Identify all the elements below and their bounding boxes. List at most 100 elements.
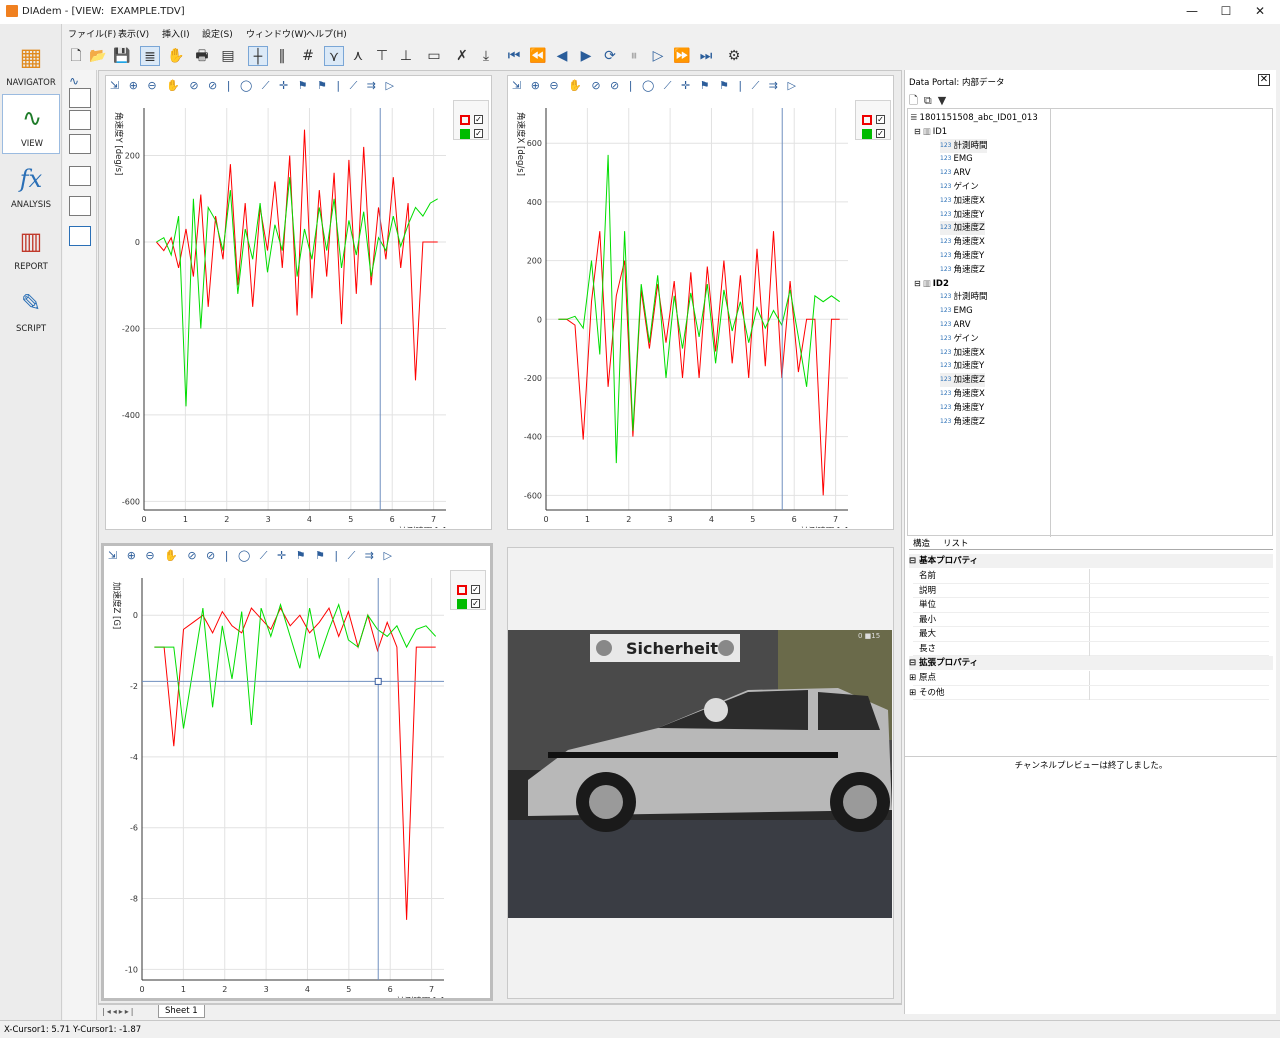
curve-icon[interactable]: ∿ (69, 75, 91, 87)
chart-toolbar[interactable]: ⇲ ⊕ ⊖ ✋ ⊘ ⊘ | ◯ ⟋ ✛ ⚑ ⚑ | ⟋ ⇉ ▷ (512, 79, 889, 95)
last-frame-icon[interactable]: ⏭ (696, 46, 716, 66)
video-panel[interactable]: Sicherheit 0 ■15 (507, 547, 894, 999)
tree-channel[interactable]: 123 ゲイン (940, 332, 979, 346)
tree-channel[interactable]: 123 計測時間 (940, 290, 987, 304)
tree-channel[interactable]: 123 角速度X (940, 235, 985, 249)
tree-channel[interactable]: 123 角速度Y (940, 401, 984, 415)
tab-list[interactable]: リスト (943, 537, 969, 549)
legend-green-checkbox[interactable]: ✓ (876, 129, 885, 138)
sheet-nav-arrows[interactable]: |◂◂▸▸| (102, 1007, 135, 1016)
property-row[interactable]: 最大 (913, 627, 1269, 642)
tree-channel[interactable]: 123 ARV (940, 318, 971, 332)
collapse-icon[interactable]: ⊟ (914, 127, 921, 136)
tree-group[interactable]: ⊟ ▥ ID2 (914, 277, 949, 291)
property-row[interactable]: 名前 (913, 569, 1269, 584)
min-cursor-icon[interactable]: ⋏ (348, 46, 368, 66)
chart-panel-top-right[interactable]: ⇲ ⊕ ⊖ ✋ ⊘ ⊘ | ◯ ⟋ ✛ ⚑ ⚑ | ⟋ ⇉ ▷ ✓ ✓ 0 1 2 3… (507, 75, 894, 530)
property-row[interactable]: 説明 (913, 583, 1269, 598)
remove-cursor-icon[interactable]: ✗ (452, 46, 472, 66)
property-section-header[interactable]: ⊟ 基本プロパティ (909, 554, 1273, 568)
tree-channel[interactable]: 123 加速度Z (940, 373, 985, 388)
nav-view[interactable]: ∿ VIEW (2, 94, 60, 154)
chart-top-left[interactable]: 0 1 2 3 4 5 6 7 200 0 -200 -400 -600 計測時間 [s] 角速度Y [de… (106, 96, 450, 528)
band-cursor-icon[interactable]: ⊥ (396, 46, 416, 66)
max-cursor-icon[interactable]: ⊤ (372, 46, 392, 66)
layout-quad-icon[interactable] (69, 110, 91, 130)
tree-channel[interactable]: 123 計測時間 (940, 138, 988, 153)
pause-icon[interactable]: ⏸ (624, 46, 644, 66)
legend-green-checkbox[interactable]: ✓ (474, 129, 483, 138)
cursor-handle[interactable] (374, 677, 382, 685)
print-icon[interactable]: 🖶 (192, 46, 212, 66)
close-button[interactable]: ✕ (1244, 0, 1276, 24)
menu-insert[interactable]: 挿入(I) (162, 27, 190, 40)
nav-navigator[interactable]: ▦ NAVIGATOR (2, 34, 60, 94)
menu-file[interactable]: ファイル(F) (68, 27, 116, 40)
tree-channel[interactable]: 123 EMG (940, 304, 973, 318)
collapse-icon[interactable]: ⊟ (914, 279, 921, 288)
tree-channel[interactable]: 123 角速度Z (940, 263, 985, 277)
step-forward-icon[interactable]: ▷ (648, 46, 668, 66)
nav-report[interactable]: ▥ REPORT (2, 218, 60, 278)
menu-window[interactable]: ウィンドウ(W) (246, 27, 307, 40)
layout-form-icon[interactable] (69, 226, 91, 246)
property-section-header[interactable]: ⊟ 拡張プロパティ (909, 656, 1273, 670)
tree-group[interactable]: ⊟ ▥ ID1 (914, 125, 947, 139)
property-row[interactable]: ⊞ その他 (909, 685, 1269, 700)
grid-icon[interactable]: # (298, 46, 318, 66)
nav-script[interactable]: ✎ SCRIPT (2, 280, 60, 340)
property-row[interactable]: 最小 (913, 612, 1269, 627)
menu-help[interactable]: ヘルプ(H) (306, 27, 347, 40)
layout-split-icon[interactable] (69, 134, 91, 154)
layout-list-icon[interactable] (69, 196, 91, 216)
tree-channel[interactable]: 123 角速度Z (940, 415, 985, 429)
save-icon[interactable]: 💾 (112, 46, 132, 66)
export-icon[interactable]: ⤓ (476, 46, 496, 66)
calculator-icon[interactable]: ▤ (218, 46, 238, 66)
layout-rows-icon[interactable] (69, 166, 91, 186)
tree-channel[interactable]: 123 ARV (940, 166, 971, 180)
menu-view[interactable]: 表示(V) (118, 27, 149, 40)
sync-icon[interactable]: ⚙ (724, 46, 744, 66)
nav-analysis[interactable]: fx ANALYSIS (2, 156, 60, 216)
crash-test-video[interactable]: Sicherheit 0 ■15 (508, 630, 892, 918)
tree-root[interactable]: ≣ 1801151508_abc_ID01_013 (910, 111, 1038, 125)
sheet-tab[interactable]: Sheet 1 (158, 1005, 205, 1018)
maximize-button[interactable]: ☐ (1210, 0, 1242, 24)
tree-channel[interactable]: 123 加速度X (940, 346, 985, 360)
property-row[interactable]: 長さ (913, 641, 1269, 656)
layout-grid-icon[interactable] (69, 88, 91, 108)
step-back-icon[interactable]: ◀ (552, 46, 572, 66)
value-display-icon[interactable]: ▭ (424, 46, 444, 66)
chart-panel-top-left[interactable]: ⇲ ⊕ ⊖ ✋ ⊘ ⊘ | ◯ ⟋ ✛ ⚑ ⚑ | ⟋ ⇉ ▷ ✓ ✓ 0 1 2 3… (105, 75, 492, 530)
tree-channel[interactable]: 123 加速度Y (940, 359, 984, 373)
first-frame-icon[interactable]: ⏮ (504, 46, 524, 66)
chart-panel-bottom-left[interactable]: ⇲ ⊕ ⊖ ✋ ⊘ ⊘ | ◯ ⟋ ✛ ⚑ ⚑ | ⟋ ⇉ ▷ ✓ ✓ 0 1 2 3… (101, 543, 493, 1001)
tree-channel[interactable]: 123 角速度Y (940, 249, 984, 263)
play-icon[interactable]: ▶ (576, 46, 596, 66)
property-row[interactable]: ⊞ 原点 (909, 671, 1269, 686)
vertical-cursor-icon[interactable]: ‖ (272, 46, 292, 66)
peak-cursor-icon[interactable]: ⋎ (324, 46, 344, 66)
rewind-icon[interactable]: ⏪ (528, 46, 548, 66)
crosshair-icon[interactable]: ┼ (248, 46, 268, 66)
menu-settings[interactable]: 設定(S) (202, 27, 233, 40)
minimize-button[interactable]: — (1176, 0, 1208, 24)
tree-channel[interactable]: 123 加速度X (940, 194, 985, 208)
tree-channel[interactable]: 123 EMG (940, 152, 973, 166)
tab-structure[interactable]: 構造 (913, 537, 930, 549)
hand-icon[interactable]: ✋ (166, 46, 186, 66)
loop-icon[interactable]: ⟳ (600, 46, 620, 66)
legend-red-checkbox[interactable]: ✓ (474, 115, 483, 124)
chart-toolbar[interactable]: ⇲ ⊕ ⊖ ✋ ⊘ ⊘ | ◯ ⟋ ✛ ⚑ ⚑ | ⟋ ⇉ ▷ (110, 79, 487, 95)
chart-bottom-left[interactable]: 0 1 2 3 4 5 6 7 0 -2 -4 -6 -8 -10 計測時間 [s] 加速度Z [G] (104, 566, 448, 998)
fast-forward-icon[interactable]: ⏩ (672, 46, 692, 66)
legend-red-checkbox[interactable]: ✓ (471, 585, 480, 594)
tree-channel[interactable]: 123 ゲイン (940, 180, 979, 194)
chart-top-right[interactable]: 0 1 2 3 4 5 6 7 600 400 200 0 -200 -400 -600 計測時間 [s] 角速… (508, 96, 852, 528)
open-icon[interactable]: 📂 (88, 46, 108, 66)
layer-icon[interactable]: ≣ (140, 46, 160, 66)
new-icon[interactable]: 🗋 (66, 46, 86, 66)
tree-channel[interactable]: 123 加速度Y (940, 208, 984, 222)
legend-green-checkbox[interactable]: ✓ (471, 599, 480, 608)
